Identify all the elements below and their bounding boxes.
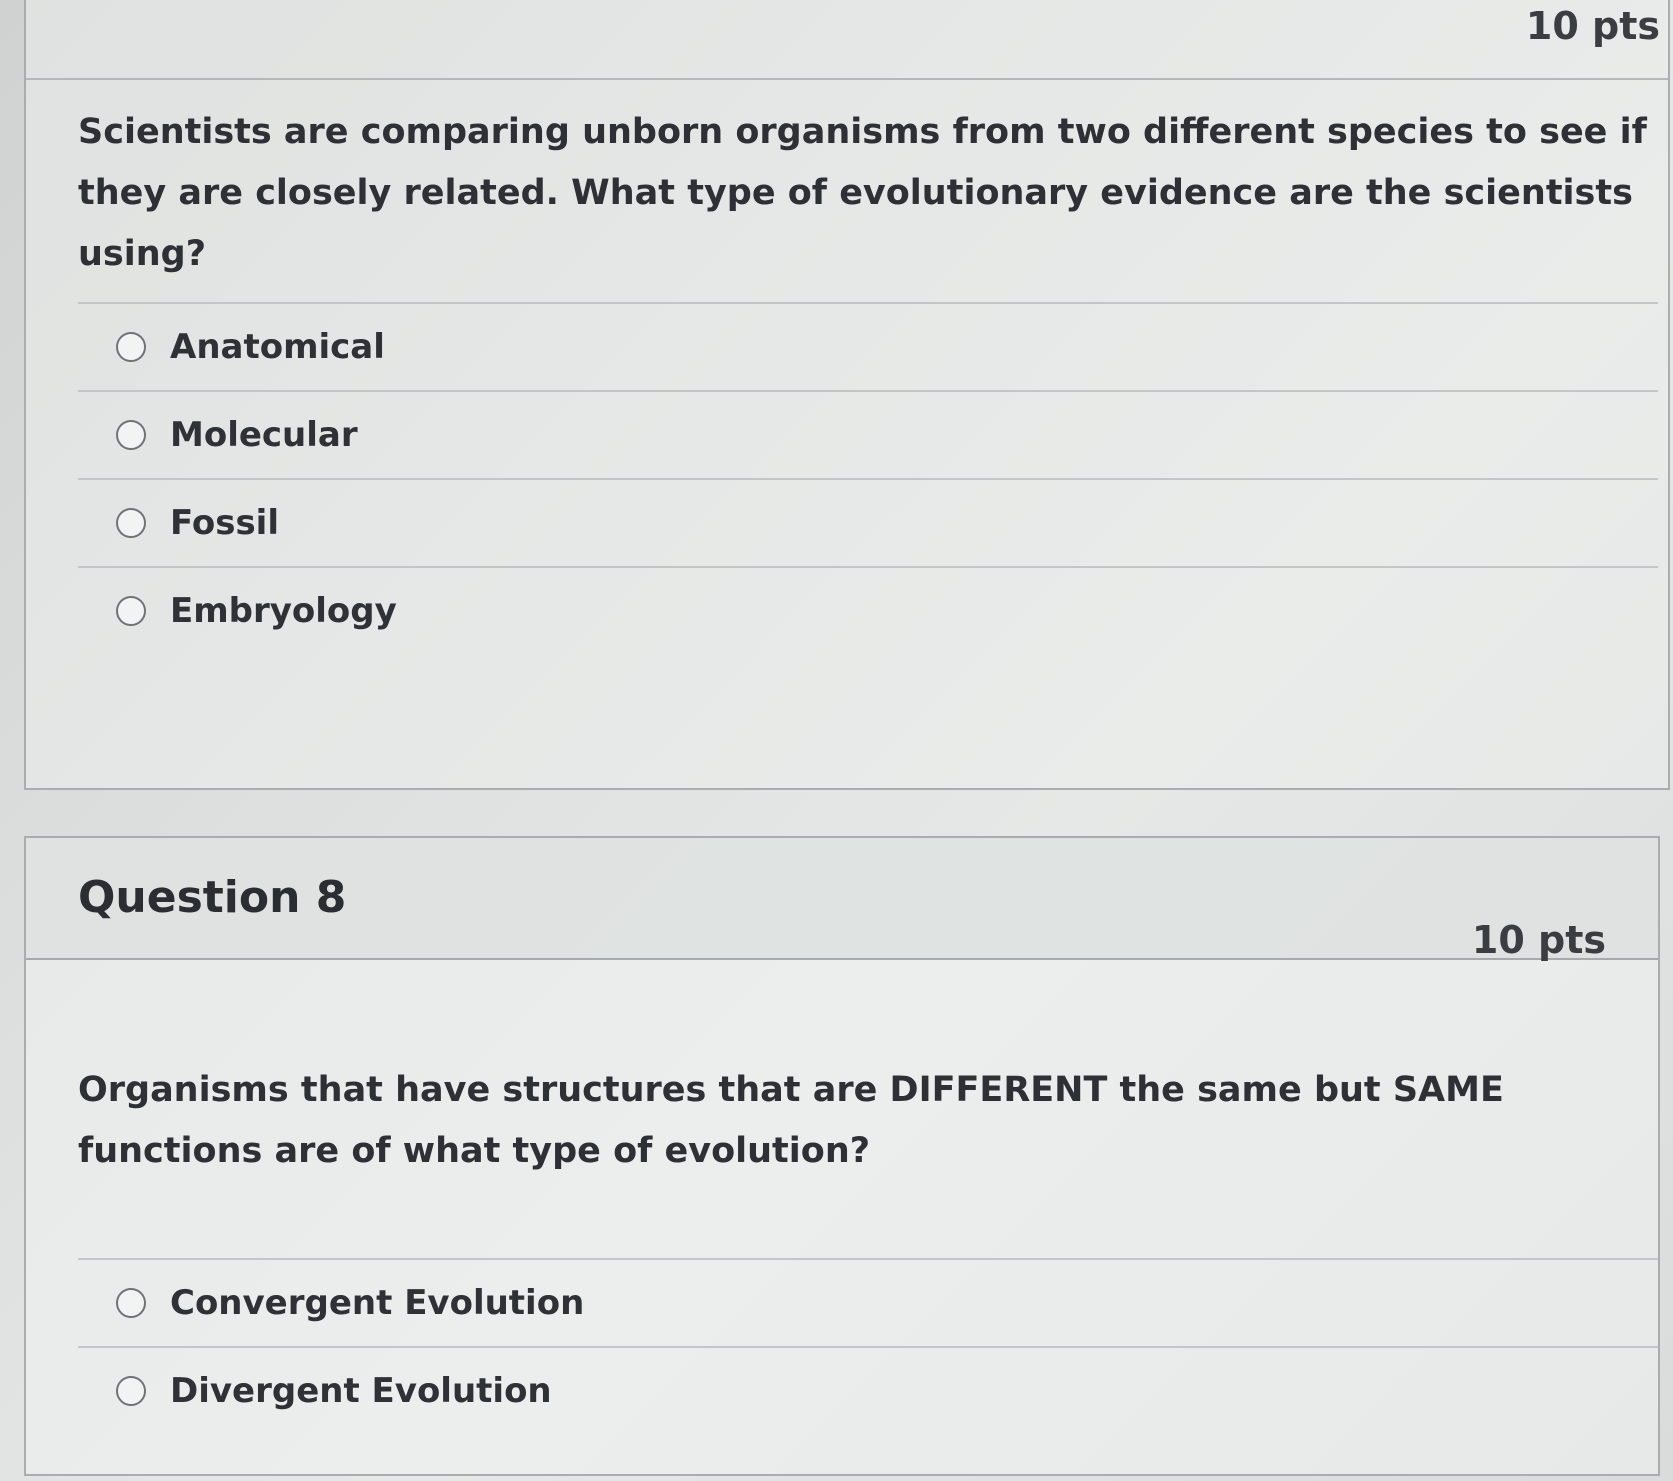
answer-option-embryology[interactable]: Embryology	[78, 566, 1658, 654]
question-8-card: Question 8 10 pts Organisms that have st…	[24, 836, 1660, 1476]
question-7-answers: Anatomical Molecular Fossil Embryology	[78, 302, 1658, 654]
answer-label: Fossil	[170, 503, 279, 543]
question-7-prompt: Scientists are comparing unborn organism…	[78, 112, 1647, 274]
answer-option-convergent-evolution[interactable]: Convergent Evolution	[78, 1258, 1658, 1346]
radio-button[interactable]	[116, 332, 146, 362]
answer-label: Divergent Evolution	[170, 1371, 552, 1411]
question-8-points: 10 pts	[1471, 918, 1606, 962]
quiz-page: 10 pts Scientists are comparing unborn o…	[0, 0, 1673, 1481]
radio-button[interactable]	[116, 420, 146, 450]
question-8-prompt: Organisms that have structures that are …	[78, 1070, 1504, 1171]
answer-label: Anatomical	[170, 327, 385, 367]
question-7-card: 10 pts Scientists are comparing unborn o…	[24, 0, 1670, 790]
answer-label: Convergent Evolution	[170, 1283, 585, 1323]
radio-button[interactable]	[116, 1288, 146, 1318]
answer-option-anatomical[interactable]: Anatomical	[78, 302, 1658, 390]
question-8-title: Question 8	[78, 872, 347, 923]
question-8-answers: Convergent Evolution Divergent Evolution	[78, 1258, 1658, 1434]
answer-label: Embryology	[170, 591, 397, 631]
question-7-header-divider	[26, 78, 1668, 80]
question-8-header: Question 8 10 pts	[26, 838, 1658, 962]
answer-option-divergent-evolution[interactable]: Divergent Evolution	[78, 1346, 1658, 1434]
answer-option-molecular[interactable]: Molecular	[78, 390, 1658, 478]
answer-label: Molecular	[170, 415, 358, 455]
radio-button[interactable]	[116, 1376, 146, 1406]
answer-option-fossil[interactable]: Fossil	[78, 478, 1658, 566]
radio-button[interactable]	[116, 596, 146, 626]
question-7-points: 10 pts	[1525, 4, 1660, 48]
radio-button[interactable]	[116, 508, 146, 538]
